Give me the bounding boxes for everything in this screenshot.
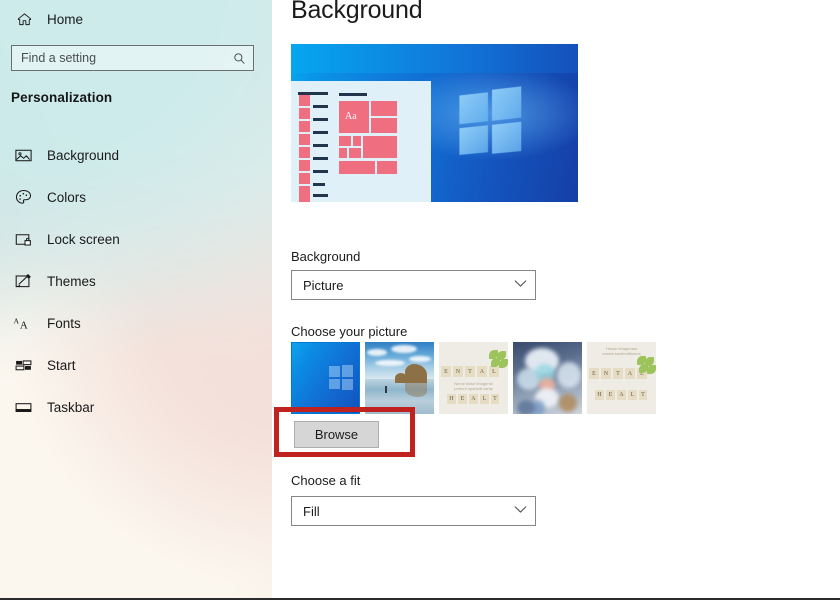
palette-icon xyxy=(13,187,33,207)
svg-text:A: A xyxy=(13,316,19,325)
browse-button[interactable]: Browse xyxy=(294,421,379,448)
search-setting-box[interactable] xyxy=(11,45,254,71)
chevron-down-icon xyxy=(514,505,527,517)
sidebar-item-taskbar[interactable]: Taskbar xyxy=(0,386,272,428)
preview-sample-text: Aa xyxy=(345,111,357,122)
sidebar-nav: Background Colors Lock screen Themes A A… xyxy=(0,134,272,428)
sidebar-item-label: Start xyxy=(47,357,76,373)
picture-thumbnail-mental-health-2[interactable]: Hesse bhagenam emmä sambudthasos E N T A … xyxy=(587,342,656,414)
home-icon xyxy=(14,9,34,29)
choose-picture-label: Choose your picture xyxy=(291,324,408,339)
page-title: Background xyxy=(291,0,423,24)
brush-icon xyxy=(13,271,33,291)
font-aa-icon: A A xyxy=(13,313,33,333)
preview-accent-sidebar xyxy=(299,95,310,202)
picture-thumbnail-anime[interactable] xyxy=(513,342,582,414)
search-icon xyxy=(232,48,246,68)
picture-thumbnail-mental-health[interactable]: E N T A L Neme tixise bhogenbi pretore sp… xyxy=(439,342,508,414)
picture-thumbnail-list: E N T A L Neme tixise bhogenbi pretore sp… xyxy=(291,342,656,414)
sidebar-item-fonts[interactable]: A A Fonts xyxy=(0,302,272,344)
sidebar-item-colors[interactable]: Colors xyxy=(0,176,272,218)
preview-sky-band xyxy=(291,44,578,73)
start-grid-icon xyxy=(13,355,33,375)
svg-text:A: A xyxy=(20,319,28,331)
chevron-down-icon xyxy=(514,279,527,291)
settings-sidebar: Home Personalization xyxy=(0,0,272,598)
background-dropdown-value: Picture xyxy=(303,277,344,293)
search-input[interactable] xyxy=(21,51,232,65)
preview-app-window: Aa xyxy=(291,81,431,202)
picture-thumbnail-windows-default[interactable] xyxy=(291,342,360,414)
background-dropdown[interactable]: Picture xyxy=(291,270,536,300)
sidebar-item-start[interactable]: Start xyxy=(0,344,272,386)
sidebar-item-themes[interactable]: Themes xyxy=(0,260,272,302)
taskbar-icon xyxy=(13,397,33,417)
sidebar-item-label: Colors xyxy=(47,189,87,205)
choose-fit-dropdown-value: Fill xyxy=(303,503,320,519)
windows-logo-icon xyxy=(459,86,522,157)
lock-screen-icon xyxy=(13,229,33,249)
sidebar-item-label: Fonts xyxy=(47,315,81,331)
choose-fit-dropdown[interactable]: Fill xyxy=(291,496,536,526)
sidebar-item-label: Themes xyxy=(47,273,96,289)
sidebar-item-lock-screen[interactable]: Lock screen xyxy=(0,218,272,260)
sidebar-item-home[interactable]: Home xyxy=(0,4,272,34)
picture-icon xyxy=(13,145,33,165)
sidebar-section-title: Personalization xyxy=(11,90,113,105)
picture-thumbnail-beach-rock[interactable] xyxy=(365,342,434,414)
desktop-preview: Aa xyxy=(291,44,578,202)
windows-logo-icon xyxy=(329,365,353,390)
sidebar-item-label: Taskbar xyxy=(47,399,95,415)
sidebar-item-background[interactable]: Background xyxy=(0,134,272,176)
sidebar-item-label: Lock screen xyxy=(47,231,120,247)
settings-content: Background Aa Background Picture Choose … xyxy=(272,0,840,598)
choose-fit-label: Choose a fit xyxy=(291,473,361,488)
sidebar-home-label: Home xyxy=(47,11,84,27)
sidebar-item-label: Background xyxy=(47,147,120,163)
background-label: Background xyxy=(291,249,361,264)
